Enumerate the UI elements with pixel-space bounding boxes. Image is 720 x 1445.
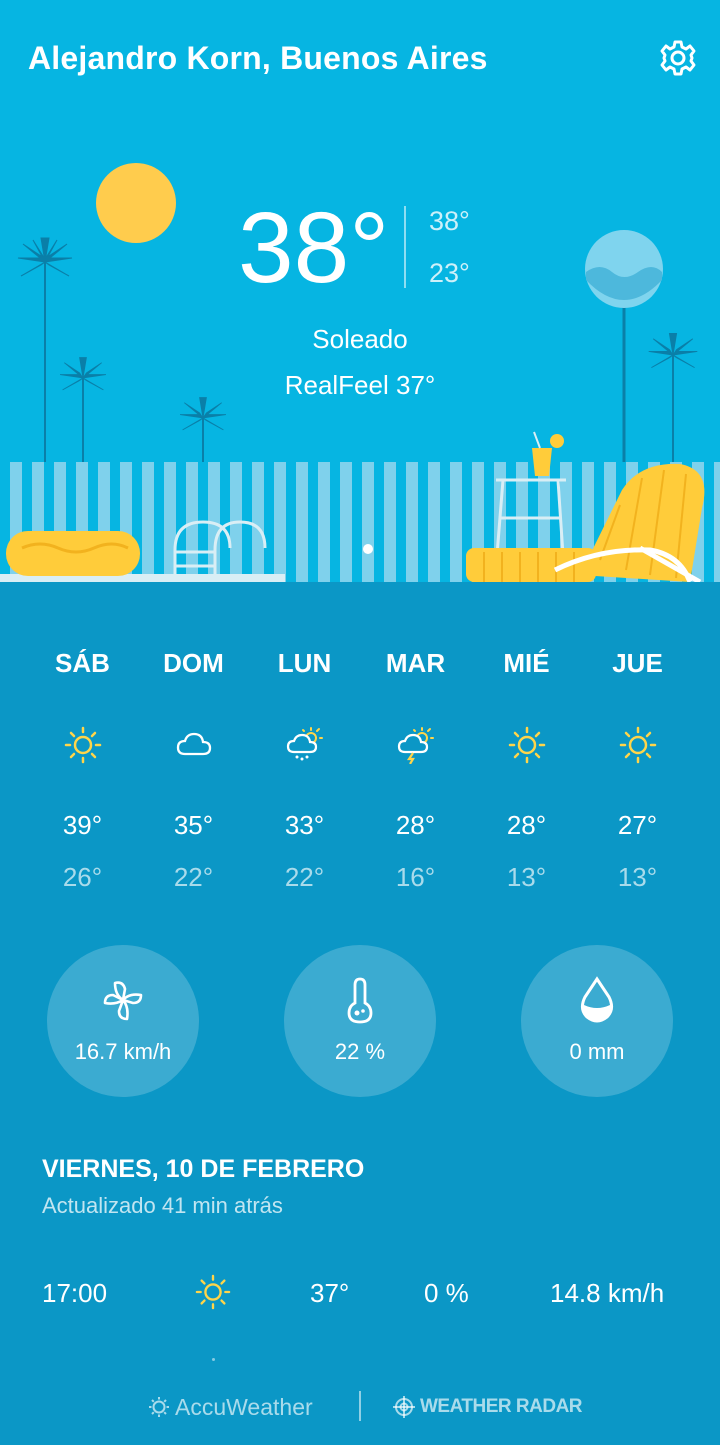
forecast-low: 22° — [284, 862, 325, 892]
forecast-day-label: MIÉ — [503, 648, 550, 678]
footer-divider — [359, 1391, 361, 1421]
forecast-day-label: SÁB — [55, 648, 110, 678]
accuweather-label: AccuWeather — [175, 1393, 313, 1420]
humidity-value: 22 % — [334, 1039, 386, 1064]
pool-float — [6, 531, 140, 576]
humidity-stat[interactable]: 22 % — [284, 945, 436, 1097]
cloud-icon — [176, 732, 212, 756]
realfeel-temperature: RealFeel 37° — [284, 370, 436, 400]
today-low: 23° — [429, 258, 470, 288]
humidity-icon — [347, 977, 373, 1024]
weather-radar-label: WEATHER RADAR — [420, 1396, 583, 1417]
forecast-day-label: MAR — [385, 648, 446, 678]
forecast-low: 22° — [173, 862, 214, 892]
radar-target-icon — [393, 1396, 415, 1418]
drop-icon — [580, 976, 614, 1023]
forecast-low: 13° — [617, 862, 658, 892]
sun-illustration — [96, 163, 176, 243]
weather-radar-link[interactable]: WEATHER RADAR — [393, 1392, 583, 1422]
page-indicator-dot — [363, 544, 373, 554]
sun-icon — [64, 726, 102, 764]
precipitation-stat[interactable]: 0 mm — [521, 945, 673, 1097]
hour-time: 17:00 — [42, 1278, 108, 1308]
forecast-low: 13° — [506, 862, 547, 892]
wind-stat[interactable]: 16.7 km/h — [47, 945, 199, 1097]
temp-divider — [404, 206, 406, 288]
sun-icon — [508, 726, 546, 764]
forecast-high: 35° — [173, 810, 214, 840]
forecast-low: 26° — [62, 862, 103, 892]
accuweather-link[interactable]: AccuWeather — [148, 1392, 313, 1422]
updated-time: Actualizado 41 min atrás — [42, 1193, 283, 1218]
today-high: 38° — [429, 206, 470, 236]
hour-precipitation: 0 % — [424, 1278, 469, 1308]
forecast-day-label: DOM — [163, 648, 224, 678]
precipitation-value: 0 mm — [569, 1039, 625, 1064]
sun-cloud-rain-icon — [286, 727, 323, 761]
accuweather-sun-icon — [149, 1397, 169, 1417]
sun-icon — [619, 726, 657, 764]
forecast-high: 28° — [506, 810, 547, 840]
forecast-low: 16° — [395, 862, 436, 892]
sun-icon — [195, 1274, 231, 1310]
date-heading: VIERNES, 10 DE FEBRERO — [42, 1155, 365, 1183]
forecast-high: 39° — [62, 810, 103, 840]
wind-value: 16.7 km/h — [74, 1039, 172, 1064]
forecast-high: 28° — [395, 810, 436, 840]
hero-panel: Alejandro Korn, Buenos Aires 38° 38° 23°… — [0, 0, 720, 582]
hour-wind: 14.8 km/h — [550, 1278, 665, 1308]
gear-icon[interactable] — [658, 38, 698, 78]
forecast-high: 27° — [617, 810, 658, 840]
sun-cloud-storm-icon — [397, 727, 434, 764]
weather-condition: Soleado — [312, 324, 408, 354]
forecast-day-label: LUN — [277, 648, 332, 678]
forecast-day-label: JUE — [612, 648, 663, 678]
location-title[interactable]: Alejandro Korn, Buenos Aires — [28, 40, 488, 77]
wind-icon — [103, 981, 143, 1021]
hourly-row[interactable]: 17:00 37° 0 % 14.8 km/h — [0, 1272, 720, 1314]
current-temperature: 38° — [238, 192, 390, 304]
scroll-indicator — [212, 1358, 215, 1361]
hour-temperature: 37° — [310, 1278, 350, 1308]
forecast-high: 33° — [284, 810, 325, 840]
